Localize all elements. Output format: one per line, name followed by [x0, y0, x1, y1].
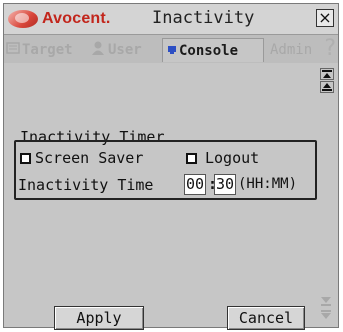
- window-title: Inactivity: [152, 8, 255, 28]
- help-button[interactable]: ?: [324, 36, 336, 61]
- target-icon: [6, 41, 20, 59]
- tab-admin[interactable]: Admin: [270, 38, 316, 62]
- time-format-hint: (HH:MM): [238, 176, 298, 192]
- cancel-button[interactable]: Cancel: [227, 306, 305, 330]
- title-bar: Avocent. Inactivity ×: [4, 4, 338, 35]
- apply-button[interactable]: Apply: [54, 306, 144, 330]
- screen-saver-checkbox[interactable]: [20, 152, 31, 164]
- scroll-bottom-icon: [321, 310, 331, 319]
- close-button[interactable]: ×: [316, 9, 334, 27]
- screen-saver-option[interactable]: Screen Saver: [20, 149, 143, 167]
- logout-checkbox[interactable]: [186, 152, 197, 164]
- brand-name: Avocent.: [42, 10, 111, 27]
- console-icon: [167, 43, 177, 59]
- logout-label: Logout: [205, 149, 260, 167]
- avocent-logo-icon: [8, 10, 38, 28]
- minutes-input[interactable]: 30: [214, 174, 236, 195]
- tab-console-label: Console: [179, 42, 239, 59]
- scroll-bottom-button[interactable]: [319, 306, 333, 332]
- tab-target[interactable]: Target: [6, 38, 86, 62]
- scroll-up-button[interactable]: [320, 81, 334, 93]
- tab-target-label: Target: [22, 42, 73, 58]
- hours-input[interactable]: 00: [184, 174, 206, 195]
- screen-saver-label: Screen Saver: [35, 149, 144, 167]
- scroll-up-icon: [322, 83, 332, 91]
- tab-user[interactable]: User: [90, 38, 160, 62]
- scroll-top-button[interactable]: [320, 68, 334, 80]
- inactivity-window: Avocent. Inactivity × Target User Consol…: [3, 3, 339, 330]
- logout-option[interactable]: Logout: [186, 149, 259, 167]
- tab-console[interactable]: Console: [162, 38, 264, 62]
- user-icon: [90, 40, 106, 60]
- tab-bar: Target User Console Admin ?: [4, 35, 338, 63]
- scroll-top-icon: [322, 70, 332, 78]
- inactivity-time-label: Inactivity Time: [18, 176, 154, 194]
- tab-user-label: User: [108, 42, 142, 58]
- tab-admin-label: Admin: [270, 42, 313, 58]
- avocent-logo: Avocent.: [8, 8, 126, 30]
